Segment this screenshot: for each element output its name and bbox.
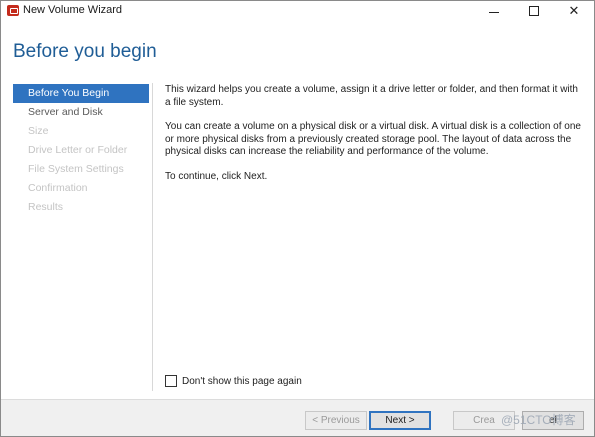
next-button[interactable]: Next >: [369, 411, 431, 430]
continue-instruction: To continue, click Next.: [165, 170, 268, 182]
close-button[interactable]: ✕: [554, 1, 594, 21]
minimize-button[interactable]: [474, 1, 514, 21]
wizard-steps-nav: Before You Begin Server and Disk Size Dr…: [13, 84, 149, 217]
volume-info-paragraph: You can create a volume on a physical di…: [165, 121, 581, 157]
step-before-you-begin[interactable]: Before You Begin: [13, 84, 149, 103]
page-title: Before you begin: [13, 41, 157, 62]
window-title: New Volume Wizard: [23, 4, 123, 16]
app-icon: [7, 5, 19, 16]
title-bar[interactable]: New Volume Wizard ✕: [1, 1, 594, 21]
intro-paragraph: This wizard helps you create a volume, a…: [165, 84, 578, 108]
step-drive-letter-or-folder: Drive Letter or Folder: [28, 144, 128, 156]
wizard-window: New Volume Wizard ✕ Before you begin Bef…: [0, 0, 595, 437]
step-size: Size: [28, 125, 49, 137]
dont-show-checkbox[interactable]: [165, 375, 177, 387]
maximize-button[interactable]: [514, 1, 554, 21]
previous-button[interactable]: < Previous: [305, 411, 367, 430]
step-file-system-settings: File System Settings: [28, 163, 124, 175]
maximize-icon: [529, 6, 539, 16]
step-server-and-disk[interactable]: Server and Disk: [13, 103, 149, 122]
close-icon: ✕: [568, 3, 580, 19]
dont-show-label[interactable]: Don't show this page again: [182, 376, 302, 387]
watermark: @51CTO博客: [501, 413, 576, 427]
wizard-content: This wizard helps you create a volume, a…: [165, 84, 585, 195]
content-divider: [152, 83, 153, 391]
step-results: Results: [28, 201, 64, 213]
minimize-icon: [489, 11, 499, 13]
step-confirmation: Confirmation: [28, 182, 88, 194]
dont-show-option[interactable]: Don't show this page again: [165, 375, 302, 387]
